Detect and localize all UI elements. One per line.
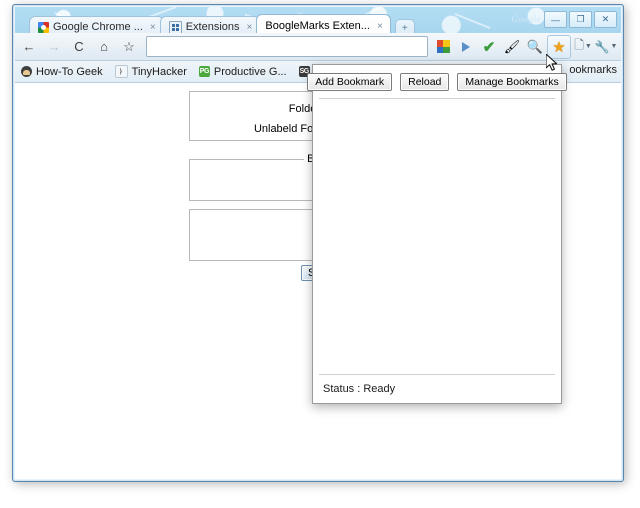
checkmark-glyph: ✔ bbox=[483, 38, 496, 56]
bookmark-label: Productive G... bbox=[214, 66, 287, 78]
tab-label: BoogleMarks Exten... bbox=[265, 20, 370, 32]
page-glyph: 🗋 bbox=[574, 36, 584, 57]
bookmark-label: TinyHacker bbox=[132, 66, 187, 78]
other-bookmarks-label[interactable]: ookmarks bbox=[569, 64, 617, 76]
checkmark-icon[interactable]: ✔ bbox=[478, 36, 500, 58]
screenshot-root: Google — ❐ ✕ Google Chrome ... × Extensi… bbox=[0, 0, 640, 508]
magnifier-icon[interactable]: 🔍 bbox=[524, 36, 546, 58]
play-icon[interactable] bbox=[455, 36, 477, 58]
maximize-button[interactable]: ❐ bbox=[569, 11, 592, 28]
tab-extensions[interactable]: Extensions × bbox=[160, 16, 261, 33]
productive-geek-icon: PG bbox=[199, 66, 210, 77]
reload-button[interactable]: C bbox=[68, 36, 90, 58]
star-glyph: ★ bbox=[552, 38, 565, 56]
popup-action-row: Add Bookmark Reload Manage Bookmarks bbox=[313, 73, 561, 91]
brush-icon[interactable]: 🖌 bbox=[501, 36, 523, 58]
forward-button[interactable]: → bbox=[43, 36, 65, 58]
snow-decoration bbox=[455, 13, 491, 29]
wrench-menu-icon[interactable]: 🔧▼ bbox=[595, 36, 617, 58]
manage-bookmarks-button[interactable]: Manage Bookmarks bbox=[457, 73, 566, 91]
tab-label: Extensions bbox=[186, 21, 240, 33]
status-text: Status : Ready bbox=[323, 383, 395, 395]
navigation-toolbar: ← → C ⌂ ☆ ✔ 🖌 🔍 ★ 🗋▼ 🔧▼ bbox=[15, 33, 621, 61]
tab-booglemarks-extension[interactable]: BoogleMarks Exten... × bbox=[256, 14, 390, 33]
booglemarks-popup: Add Bookmark Reload Manage Bookmarks Sta… bbox=[312, 64, 562, 404]
bookmark-label: How-To Geek bbox=[36, 66, 103, 78]
tab-close-icon[interactable]: × bbox=[377, 21, 383, 32]
tinyhacker-icon: ᚦ bbox=[115, 65, 128, 78]
bookmark-star-icon[interactable]: ☆ bbox=[118, 36, 140, 58]
bookmark-how-to-geek[interactable]: How-To Geek bbox=[15, 63, 109, 81]
wrench-glyph: 🔧 bbox=[595, 40, 610, 54]
maximize-icon: ❐ bbox=[576, 14, 584, 25]
magnifier-glyph: 🔍 bbox=[527, 39, 543, 55]
popup-divider bbox=[319, 98, 555, 99]
popup-footer-divider bbox=[319, 374, 555, 375]
play-glyph bbox=[462, 42, 470, 52]
page-menu-icon[interactable]: 🗋▼ bbox=[572, 36, 594, 58]
add-bookmark-button[interactable]: Add Bookmark bbox=[307, 73, 392, 91]
extension-toolbar: ✔ 🖌 🔍 ★ 🗋▼ 🔧▼ bbox=[432, 35, 621, 59]
close-button[interactable]: ✕ bbox=[594, 11, 617, 28]
bookmark-productive-geek[interactable]: PG Productive G... bbox=[193, 63, 293, 81]
mouse-cursor-icon bbox=[546, 54, 560, 74]
color-grid-glyph bbox=[437, 40, 450, 53]
tab-label: Google Chrome ... bbox=[53, 21, 143, 33]
brush-glyph: 🖌 bbox=[504, 39, 521, 55]
back-button[interactable]: ← bbox=[18, 36, 40, 58]
tab-close-icon[interactable]: × bbox=[150, 22, 156, 33]
chevron-down-icon: ▼ bbox=[585, 43, 592, 50]
color-grid-icon[interactable] bbox=[432, 36, 454, 58]
howtogeek-icon bbox=[21, 66, 32, 77]
new-tab-button[interactable]: + bbox=[395, 19, 415, 33]
window-controls: — ❐ ✕ bbox=[544, 11, 617, 28]
tab-google-chrome[interactable]: Google Chrome ... × bbox=[29, 16, 164, 33]
chevron-down-icon: ▼ bbox=[611, 43, 618, 50]
minimize-button[interactable]: — bbox=[544, 11, 567, 28]
google-watermark: Google bbox=[512, 14, 542, 24]
title-bar: Google — ❐ ✕ Google Chrome ... × Extensi… bbox=[15, 7, 621, 33]
home-button[interactable]: ⌂ bbox=[93, 36, 115, 58]
tab-close-icon[interactable]: × bbox=[247, 22, 253, 33]
close-icon: ✕ bbox=[602, 14, 610, 25]
extensions-icon bbox=[169, 21, 182, 34]
tab-strip: Google Chrome ... × Extensions × BoogleM… bbox=[29, 15, 415, 33]
bookmark-tinyhacker[interactable]: ᚦ TinyHacker bbox=[109, 63, 193, 81]
minimize-icon: — bbox=[551, 15, 560, 25]
reload-button[interactable]: Reload bbox=[400, 73, 449, 91]
address-bar[interactable] bbox=[146, 36, 428, 57]
chrome-icon bbox=[38, 22, 49, 33]
